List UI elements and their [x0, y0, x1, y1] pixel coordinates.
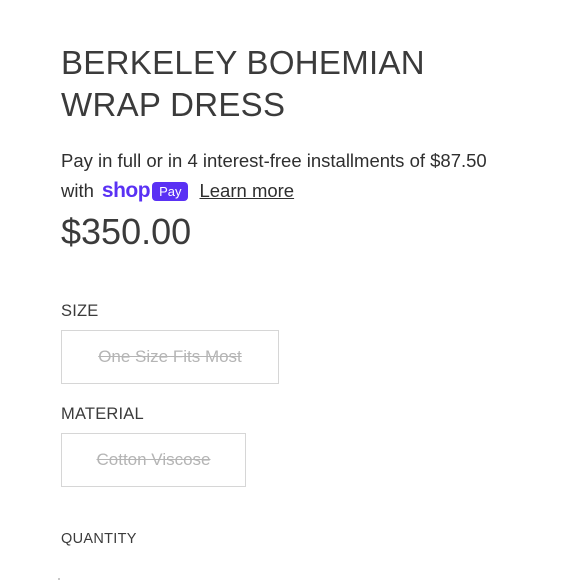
installments-line-2: with shop Pay Learn more [61, 176, 561, 206]
material-option-value: Cotton Viscose [96, 450, 211, 469]
material-option-button[interactable]: Cotton Viscose [61, 433, 246, 487]
product-title-line-2: WRAP DRESS [61, 86, 286, 123]
learn-more-link[interactable]: Learn more [199, 176, 294, 206]
installments-text: Pay in full or in 4 interest-free instal… [61, 150, 487, 171]
size-option-button[interactable]: One Size Fits Most [61, 330, 279, 384]
installments-with: with [61, 180, 94, 201]
size-option-value: One Size Fits Most [98, 347, 242, 366]
product-title-line-1: BERKELEY BOHEMIAN [61, 44, 425, 81]
quantity-label: QUANTITY [61, 531, 137, 547]
shop-pay-logo: shop [101, 176, 151, 206]
quantity-selector-edge [58, 574, 68, 580]
shop-pay-logo-word: shop [101, 179, 151, 202]
size-label: SIZE [61, 302, 99, 320]
shop-pay-badge: Pay [152, 181, 189, 201]
product-title: BERKELEY BOHEMIAN WRAP DRESS [61, 42, 531, 126]
product-price: $350.00 [61, 211, 192, 252]
installments-message: Pay in full or in 4 interest-free instal… [61, 146, 561, 206]
material-label: MATERIAL [61, 405, 144, 423]
